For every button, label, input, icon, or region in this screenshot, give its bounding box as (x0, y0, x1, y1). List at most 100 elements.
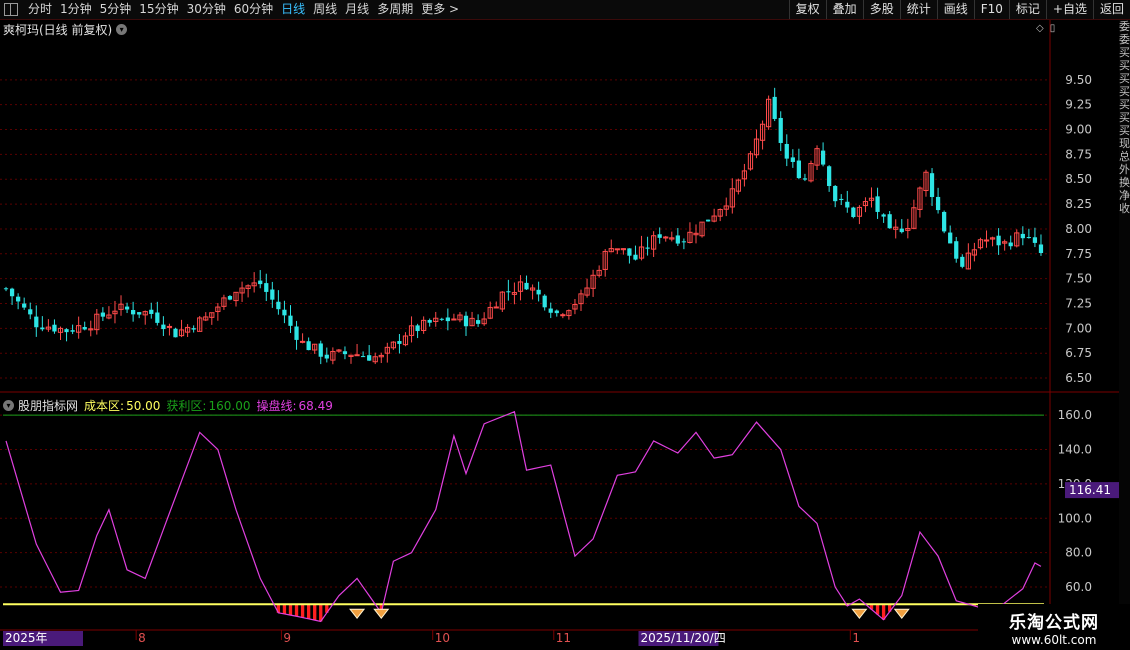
date-tick-label: 8 (138, 631, 146, 645)
period-tabs: 分时 1分钟 5分钟 15分钟 30分钟 60分钟 日线 周线 月线 多周期 更多 > (24, 0, 463, 19)
side-label-11: 外 (1119, 163, 1130, 176)
operating-line (5, 410, 1042, 623)
candle-body-down (3, 288, 9, 290)
price-tick-label: 9.00 (1065, 123, 1092, 137)
period-tab-4[interactable]: 30分钟 (183, 0, 230, 19)
tool-button-1[interactable]: 叠加 (825, 0, 863, 19)
profit-value: 160.00 (208, 398, 251, 413)
candle-body-down (784, 143, 789, 159)
candle-body-down (227, 296, 233, 300)
candle-body-down (306, 341, 311, 351)
candle-body-down (948, 232, 953, 244)
candle-body-down (276, 301, 281, 310)
line-label-text: 操盘线: (256, 398, 297, 413)
period-tab-7[interactable]: 周线 (309, 0, 341, 19)
candle-body-down (887, 214, 892, 229)
period-tab-9[interactable]: 多周期 (373, 0, 417, 19)
candle-body-down (288, 315, 293, 326)
candle-body-down (173, 328, 178, 338)
candle-body-down (633, 254, 638, 260)
candle-body-down (839, 198, 844, 201)
indicator-tick-label: 100.0 (1058, 511, 1092, 525)
crosshair-date-text: 2025年 (5, 631, 48, 645)
tool-button-3[interactable]: 统计 (899, 0, 937, 19)
tool-button-5[interactable]: F10 (973, 0, 1009, 19)
period-tab-5[interactable]: 60分钟 (230, 0, 277, 19)
candle-body-down (542, 295, 547, 308)
candle-body-down (82, 327, 87, 330)
candle-body-down (524, 282, 529, 290)
candle-body-down (445, 317, 450, 322)
quote-side-strip: 委委买买买买买买买现总外换净收 (1119, 20, 1130, 630)
candle-body-down (191, 328, 196, 330)
layout-grid-icon[interactable] (4, 3, 18, 16)
candle-body-down (627, 248, 632, 256)
side-label-0: 委 (1119, 20, 1130, 33)
candle-body-down (1032, 237, 1038, 243)
candle-body-down (137, 312, 142, 315)
period-tab-6[interactable]: 日线 (277, 0, 309, 19)
logo-url: www.60lt.com (1011, 632, 1097, 647)
candle-body-up (166, 325, 173, 328)
buy-signal-diamond-icon (851, 608, 868, 620)
candle-body-down (149, 309, 154, 314)
candle-body-down (282, 309, 287, 316)
candle-body-down (124, 306, 130, 310)
tool-button-6[interactable]: 标记 (1008, 0, 1046, 19)
candle-body-down (960, 256, 965, 267)
tool-button-0[interactable]: 复权 (788, 0, 826, 19)
indicator-tick-label: 140.0 (1058, 443, 1092, 457)
candle-body-down (9, 288, 15, 297)
candle-body-down (833, 185, 838, 202)
indicator-tick-label: 60.0 (1065, 580, 1092, 594)
candle-body-down (475, 320, 481, 324)
indicator-tick-label: 80.0 (1065, 546, 1092, 560)
price-tick-label: 6.75 (1065, 346, 1092, 360)
tool-button-8[interactable]: 返回 (1092, 0, 1130, 19)
candle-body-down (318, 343, 323, 357)
price-tick-label: 7.50 (1065, 272, 1092, 286)
period-tab-8[interactable]: 月线 (341, 0, 373, 19)
period-tab-0[interactable]: 分时 (24, 0, 56, 19)
candle-body-down (942, 211, 947, 232)
profit-label-text: 获利区: (166, 398, 207, 413)
candle-body-down (397, 341, 402, 344)
current-value-text: 116.41 (1069, 483, 1111, 497)
buy-signal-diamond-icon (349, 608, 366, 620)
price-tick-label: 9.25 (1065, 98, 1092, 112)
date-tick-label: 1 (852, 631, 860, 645)
period-tab-2[interactable]: 5分钟 (96, 0, 136, 19)
period-tab-3[interactable]: 15分钟 (135, 0, 182, 19)
candle-body-down (270, 289, 275, 300)
period-tab-1[interactable]: 1分钟 (56, 0, 96, 19)
tool-button-7[interactable]: +自选 (1045, 0, 1093, 19)
candle-body-down (264, 283, 269, 292)
side-label-12: 换 (1119, 176, 1130, 189)
candle-body-down (40, 327, 45, 330)
side-label-14: 收 (1119, 202, 1130, 215)
candle-body-up (560, 314, 566, 317)
candle-body-down (899, 228, 904, 233)
chevron-down-icon[interactable]: ▾ (3, 399, 14, 411)
period-tab-10[interactable]: 更多 > (417, 0, 463, 19)
cost-label: 成本区: 50.00 (84, 397, 166, 414)
buy-signal-diamond-icon (893, 608, 910, 620)
candle-body-down (820, 150, 826, 165)
tool-button-2[interactable]: 多股 (862, 0, 900, 19)
candle-body-down (64, 329, 69, 333)
candle-body-down (802, 178, 808, 180)
side-label-4: 买 (1119, 72, 1130, 85)
indicator-name: 股朋指标网 (18, 398, 79, 413)
cost-value: 50.00 (126, 398, 161, 413)
side-label-3: 买 (1119, 59, 1130, 72)
candle-body-down (681, 241, 687, 243)
candle-body-down (845, 201, 850, 208)
chart-canvas[interactable]: 9.50 9.25 9.00 8.75 8.50 8.25 8.00 7.75 7.50 7.25… (0, 20, 1119, 650)
tool-button-4[interactable]: 画线 (936, 0, 974, 19)
candle-body-down (657, 234, 662, 238)
candle-body-down (439, 318, 444, 320)
candle-body-down (827, 166, 832, 187)
candle-body-down (463, 315, 469, 327)
candle-body-up (354, 354, 360, 357)
side-label-5: 买 (1119, 85, 1130, 98)
